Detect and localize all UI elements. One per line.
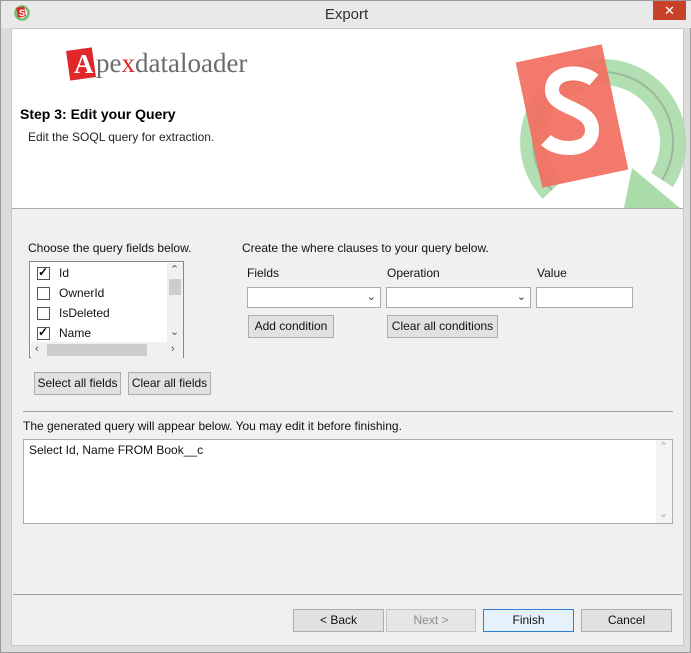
query-fields-list[interactable]: Id OwnerId IsDeleted Name ⌃ ⌄ ‹ bbox=[29, 261, 184, 358]
next-button[interactable]: Next > bbox=[386, 609, 476, 632]
clear-all-conditions-button[interactable]: Clear all conditions bbox=[387, 315, 498, 338]
checkbox[interactable] bbox=[37, 265, 50, 280]
checkbox[interactable] bbox=[37, 325, 50, 340]
query-panel-label: The generated query will appear below. Y… bbox=[23, 419, 402, 433]
vertical-scrollbar[interactable]: ⌃ ⌄ bbox=[656, 440, 672, 523]
fields-column-label: Fields bbox=[247, 266, 280, 280]
wizard-page: A pexdataloader Step 3: Edit your Query … bbox=[11, 28, 687, 646]
operation-column-label: Operation bbox=[387, 266, 440, 280]
salesforce-export-logo-icon bbox=[515, 44, 687, 208]
cancel-button[interactable]: Cancel bbox=[581, 609, 672, 632]
scroll-thumb[interactable] bbox=[47, 344, 147, 356]
close-icon: ✕ bbox=[664, 3, 675, 18]
finish-button[interactable]: Finish bbox=[483, 609, 574, 632]
scroll-up-icon[interactable]: ⌃ bbox=[170, 263, 179, 276]
scroll-down-icon[interactable]: ⌄ bbox=[659, 507, 668, 520]
step-title: Step 3: Edit your Query bbox=[20, 106, 176, 122]
query-text: Select Id, Name FROM Book__c bbox=[29, 443, 204, 457]
chevron-down-icon: ⌄ bbox=[516, 291, 526, 303]
wizard-header: A pexdataloader Step 3: Edit your Query … bbox=[12, 29, 687, 209]
clear-all-fields-button[interactable]: Clear all fields bbox=[128, 372, 211, 395]
checkbox[interactable] bbox=[37, 307, 50, 320]
horizontal-scrollbar[interactable]: ‹ › bbox=[31, 342, 183, 358]
scroll-down-icon[interactable]: ⌄ bbox=[170, 325, 179, 338]
export-window: S Export ✕ A pexdataloader Step 3: Edit … bbox=[0, 0, 691, 653]
soql-query-textarea[interactable]: Select Id, Name FROM Book__c ⌃ ⌄ bbox=[23, 439, 673, 524]
fields-panel-label: Choose the query fields below. bbox=[28, 241, 192, 255]
add-condition-button[interactable]: Add condition bbox=[248, 315, 334, 338]
scroll-left-icon[interactable]: ‹ bbox=[35, 343, 39, 355]
close-button[interactable]: ✕ bbox=[653, 1, 686, 20]
checkbox[interactable] bbox=[37, 287, 50, 300]
divider bbox=[23, 411, 673, 412]
chevron-down-icon: ⌄ bbox=[366, 291, 376, 303]
vertical-scrollbar[interactable]: ⌃ ⌄ bbox=[167, 263, 183, 342]
step-description: Edit the SOQL query for extraction. bbox=[28, 130, 215, 144]
value-column-label: Value bbox=[537, 266, 567, 280]
window-title: Export bbox=[324, 6, 369, 23]
scroll-up-icon[interactable]: ⌃ bbox=[659, 440, 668, 453]
scroll-right-icon[interactable]: › bbox=[171, 343, 175, 355]
select-all-fields-button[interactable]: Select all fields bbox=[34, 372, 121, 395]
back-button[interactable]: < Back bbox=[293, 609, 384, 632]
scroll-thumb[interactable] bbox=[169, 279, 181, 295]
where-panel-label: Create the where clauses to your query b… bbox=[242, 241, 489, 255]
fields-dropdown[interactable]: ⌄ bbox=[247, 287, 381, 308]
divider bbox=[13, 594, 682, 595]
value-field[interactable] bbox=[536, 287, 633, 308]
operation-dropdown[interactable]: ⌄ bbox=[386, 287, 531, 308]
title-bar[interactable]: S Export ✕ bbox=[1, 1, 691, 28]
